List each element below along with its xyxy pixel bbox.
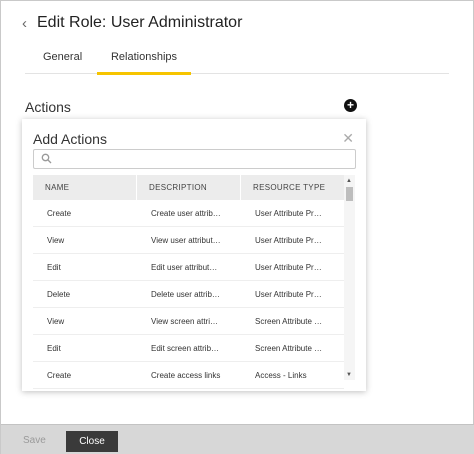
cell-description: View user attribut… <box>151 236 221 245</box>
table-row[interactable]: Edit Edit screen attrib… Screen Attribut… <box>33 335 344 362</box>
add-actions-popup: Add Actions ✕ NAME DESCRIPTION RESOURCE … <box>22 119 366 391</box>
cell-resource-type: Screen Attribute … <box>255 344 323 353</box>
cell-resource-type: User Attribute Pr… <box>255 209 322 218</box>
save-button[interactable]: Save <box>23 435 46 446</box>
scroll-up-icon[interactable]: ▲ <box>346 178 352 184</box>
actions-section-label: Actions <box>25 99 71 115</box>
cell-resource-type: User Attribute Pr… <box>255 236 322 245</box>
cell-description: Delete user attrib… <box>151 290 220 299</box>
cell-description: Create user attrib… <box>151 209 221 218</box>
table-row[interactable]: Create Create user attrib… User Attribut… <box>33 200 344 227</box>
cell-description: Edit screen attrib… <box>151 344 220 353</box>
cell-name: Create <box>47 209 72 218</box>
table-row[interactable]: View View user attribut… User Attribute … <box>33 227 344 254</box>
edit-role-panel: ‹ Edit Role: User Administrator General … <box>0 0 474 454</box>
cell-description: Create access links <box>151 371 221 380</box>
search-input[interactable] <box>33 149 356 169</box>
table-row[interactable]: Delete Delete user attrib… User Attribut… <box>33 281 344 308</box>
table-row[interactable]: Edit Edit user attribut… User Attribute … <box>33 254 344 281</box>
column-header-resource-type[interactable]: RESOURCE TYPE <box>241 175 344 200</box>
cell-name: View <box>47 236 65 245</box>
table-row[interactable]: View View screen attri… Screen Attribute… <box>33 308 344 335</box>
plus-circle-icon[interactable]: + <box>344 99 357 112</box>
popup-title: Add Actions <box>33 131 107 147</box>
page-title: Edit Role: User Administrator <box>37 14 243 31</box>
scroll-down-icon[interactable]: ▼ <box>346 372 352 378</box>
close-icon[interactable]: ✕ <box>342 130 354 147</box>
chevron-left-icon[interactable]: ‹ <box>22 15 27 32</box>
tab-general[interactable]: General <box>43 51 82 74</box>
tab-bar: General Relationships <box>25 47 449 75</box>
cell-resource-type: Access - Links <box>255 371 307 380</box>
cell-resource-type: User Attribute Pr… <box>255 290 322 299</box>
table-header: NAME DESCRIPTION RESOURCE TYPE <box>33 175 344 200</box>
tab-relationships[interactable]: Relationships <box>97 51 191 75</box>
header: ‹ Edit Role: User Administrator <box>1 1 473 41</box>
column-header-description[interactable]: DESCRIPTION <box>137 175 241 200</box>
footer-bar: Save Close <box>1 424 474 454</box>
close-button[interactable]: Close <box>66 431 118 452</box>
actions-table: NAME DESCRIPTION RESOURCE TYPE Create Cr… <box>33 175 344 389</box>
cell-name: Create <box>47 371 72 380</box>
cell-name: Delete <box>47 290 71 299</box>
cell-name: Edit <box>47 344 61 353</box>
cell-name: View <box>47 317 65 326</box>
cell-resource-type: Screen Attribute … <box>255 317 323 326</box>
table-scrollbar[interactable]: ▲ ▼ <box>344 175 355 380</box>
cell-name: Edit <box>47 263 61 272</box>
cell-description: View screen attri… <box>151 317 218 326</box>
scrollbar-thumb[interactable] <box>346 187 353 201</box>
column-header-name[interactable]: NAME <box>33 175 137 200</box>
cell-description: Edit user attribut… <box>151 263 218 272</box>
table-row[interactable]: Create Create access links Access - Link… <box>33 362 344 389</box>
search-icon <box>41 153 52 164</box>
cell-resource-type: User Attribute Pr… <box>255 263 322 272</box>
